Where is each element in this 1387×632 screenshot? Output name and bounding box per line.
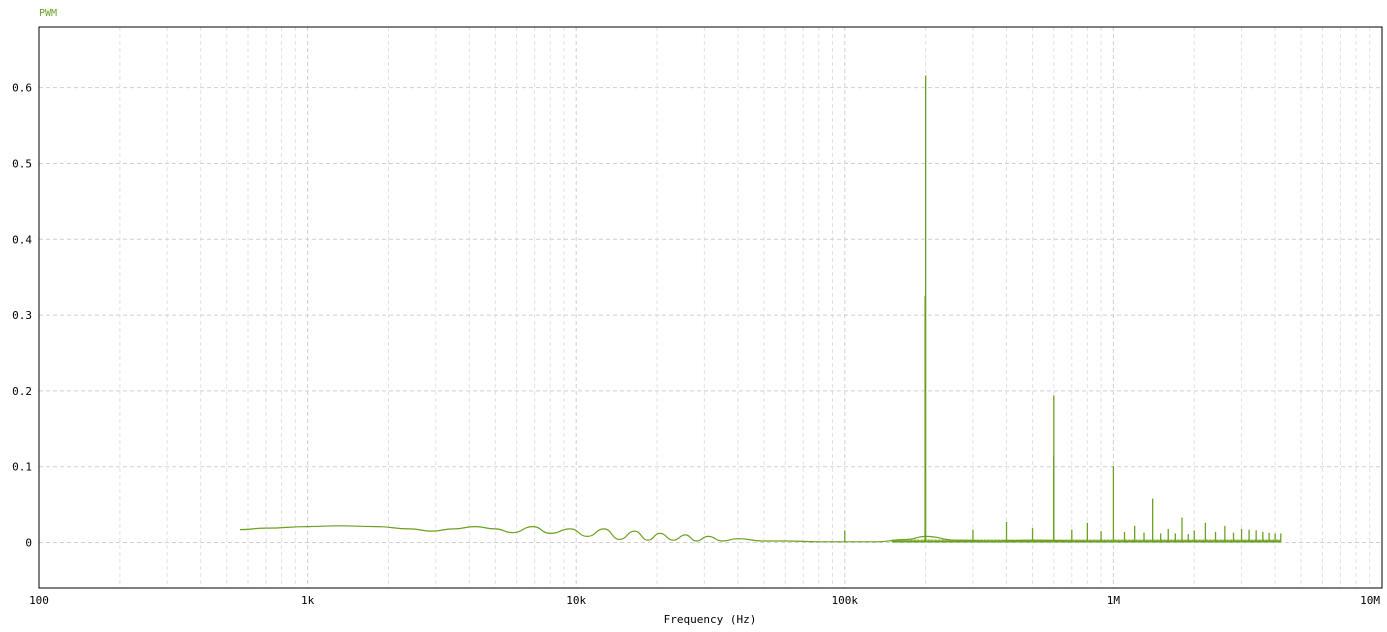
x-tick-label: 1k [301, 594, 315, 607]
y-tick-labels: 0 0.1 0.2 0.3 0.4 0.5 0.6 [12, 82, 32, 550]
y-tick-label: 0.4 [12, 233, 32, 246]
y-tick-label: 0.3 [12, 309, 32, 322]
x-tick-label: 10M [1360, 594, 1380, 607]
x-axis-label: Frequency (Hz) [664, 613, 757, 626]
x-tick-label: 100k [832, 594, 859, 607]
x-tick-labels: 100 1k 10k 100k 1M 10M [29, 594, 1380, 607]
series-layer [239, 75, 1282, 543]
y-tick-label: 0.5 [12, 157, 32, 170]
grid [38, 27, 1383, 588]
y-tick-label: 0.2 [12, 385, 32, 398]
x-tick-label: 100 [29, 594, 49, 607]
y-tick-label: 0.1 [12, 461, 32, 474]
x-tick-label: 1M [1107, 594, 1121, 607]
legend-entry-pwm: PWM [39, 8, 57, 19]
x-tick-label: 10k [566, 594, 586, 607]
y-tick-label: 0 [25, 537, 32, 550]
plot-frame [38, 26, 1383, 589]
chart: 0 0.1 0.2 0.3 0.4 0.5 0.6 100 1k 10k 100k 1M 10M PW… [12, 8, 1383, 626]
y-tick-label: 0.6 [12, 82, 32, 95]
